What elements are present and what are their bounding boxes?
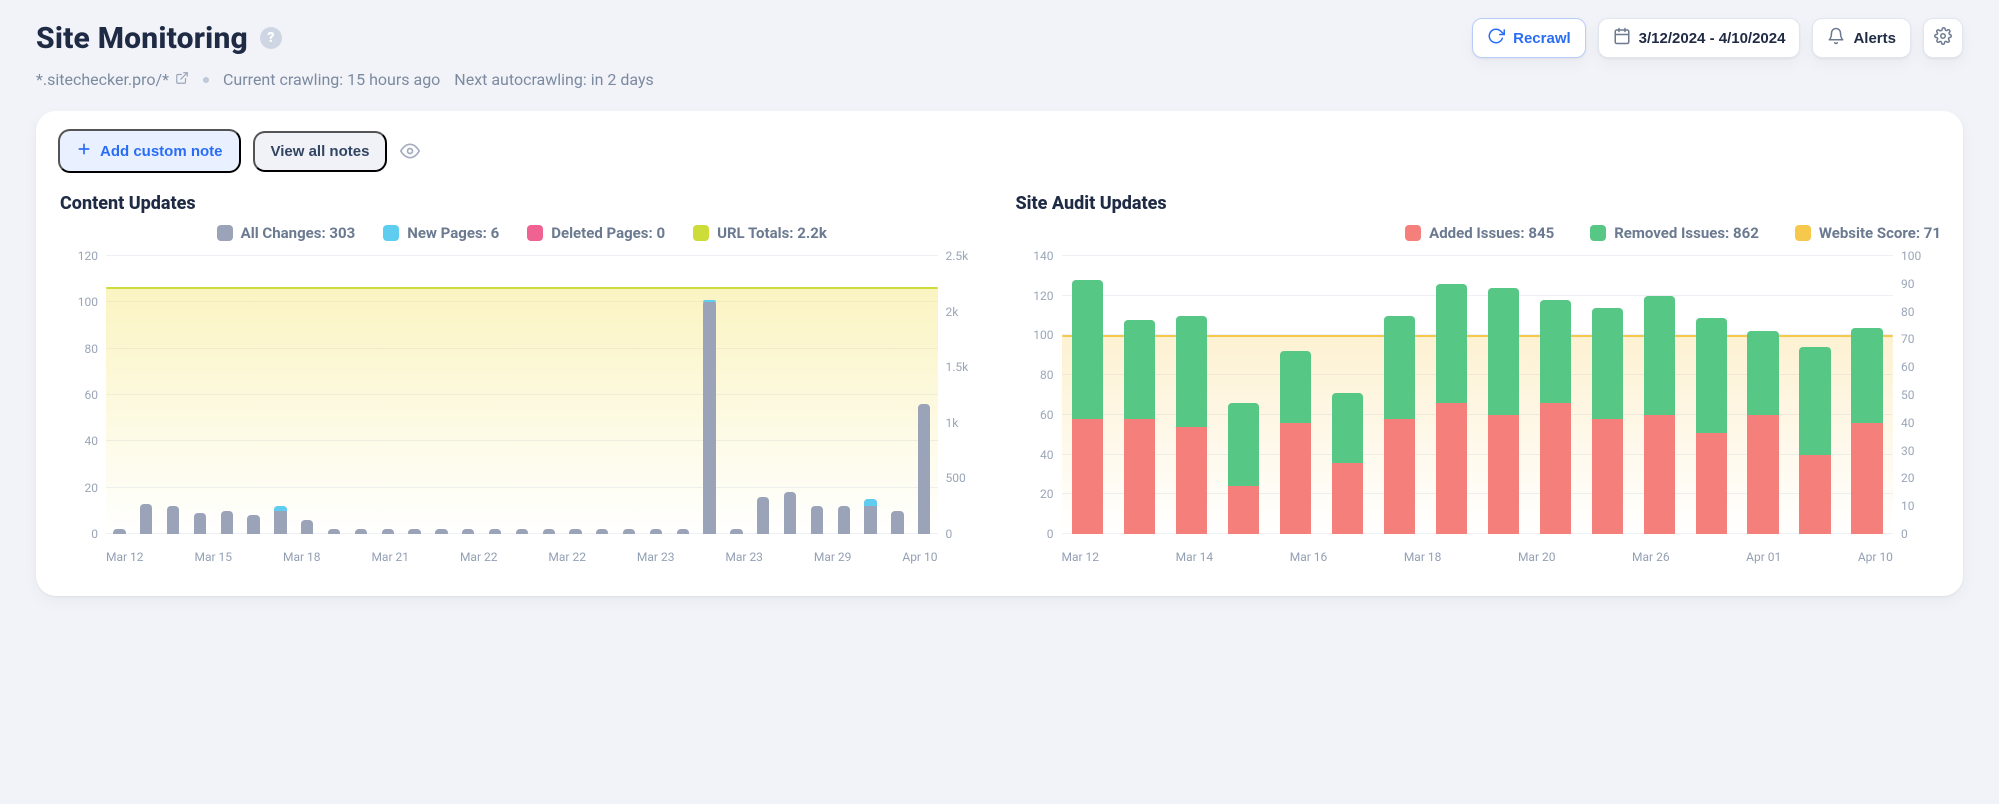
- alerts-label: Alerts: [1853, 30, 1896, 47]
- site-audit-title: Site Audit Updates: [1016, 193, 1940, 214]
- view-notes-label: View all notes: [271, 143, 370, 160]
- settings-button[interactable]: [1923, 18, 1963, 58]
- current-crawl-text: Current crawling: 15 hours ago: [223, 70, 440, 89]
- next-crawl-text: Next autocrawling: in 2 days: [454, 70, 654, 89]
- alerts-button[interactable]: Alerts: [1812, 18, 1911, 58]
- site-audit-chart: 020406080100120140 010203040506070809010…: [1014, 250, 1942, 570]
- refresh-icon: [1487, 27, 1505, 49]
- content-updates-title: Content Updates: [60, 193, 984, 214]
- domain-text: *.sitechecker.pro/*: [36, 70, 169, 89]
- legend-website-score[interactable]: Website Score: 71: [1795, 224, 1941, 242]
- content-legend: All Changes: 303 New Pages: 6 Deleted Pa…: [58, 224, 986, 242]
- legend-deleted-pages[interactable]: Deleted Pages: 0: [527, 224, 665, 242]
- legend-removed-issues[interactable]: Removed Issues: 862: [1590, 224, 1759, 242]
- legend-all-changes[interactable]: All Changes: 303: [217, 224, 356, 242]
- add-note-button[interactable]: Add custom note: [58, 129, 241, 173]
- legend-url-totals[interactable]: URL Totals: 2.2k: [693, 224, 827, 242]
- legend-added-issues[interactable]: Added Issues: 845: [1405, 224, 1554, 242]
- date-range-button[interactable]: 3/12/2024 - 4/10/2024: [1598, 18, 1801, 58]
- calendar-icon: [1613, 27, 1631, 49]
- add-note-label: Add custom note: [100, 143, 223, 160]
- date-range-label: 3/12/2024 - 4/10/2024: [1639, 30, 1786, 47]
- gear-icon: [1934, 27, 1952, 49]
- audit-legend: Added Issues: 845 Removed Issues: 862 We…: [1014, 224, 1942, 242]
- domain-link[interactable]: *.sitechecker.pro/*: [36, 70, 189, 89]
- view-notes-button[interactable]: View all notes: [253, 131, 388, 172]
- help-icon[interactable]: ?: [260, 27, 282, 49]
- bell-icon: [1827, 27, 1845, 49]
- plus-icon: [76, 141, 92, 161]
- content-updates-section: Content Updates All Changes: 303 New Pag…: [58, 185, 986, 570]
- separator-dot: [203, 77, 209, 83]
- eye-icon[interactable]: [399, 140, 421, 162]
- legend-new-pages[interactable]: New Pages: 6: [383, 224, 499, 242]
- external-link-icon: [175, 70, 189, 89]
- recrawl-label: Recrawl: [1513, 30, 1571, 47]
- page-title: Site Monitoring: [36, 21, 248, 56]
- recrawl-button[interactable]: Recrawl: [1472, 18, 1586, 58]
- site-audit-section: Site Audit Updates Added Issues: 845 Rem…: [1014, 185, 1942, 570]
- monitoring-panel: Add custom note View all notes Content U…: [36, 111, 1963, 596]
- content-updates-chart: 020406080100120 05001k1.5k2k2.5k Mar 12M…: [58, 250, 986, 570]
